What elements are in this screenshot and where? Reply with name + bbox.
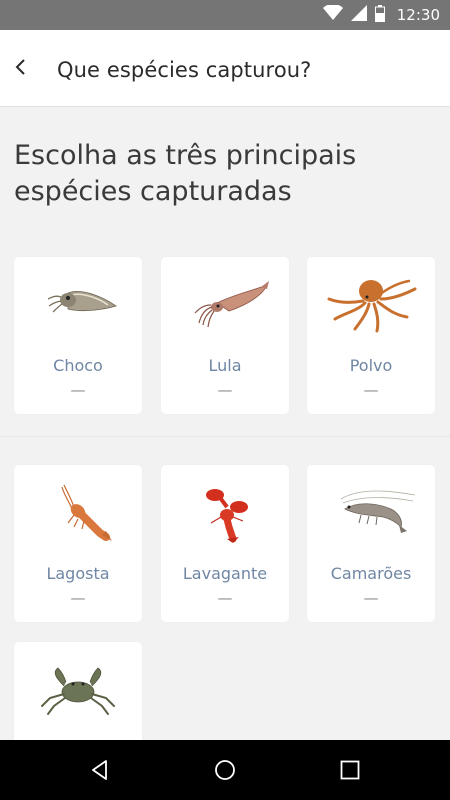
recents-square-icon	[340, 760, 360, 780]
instruction-heading: Escolha as três principais espécies capt…	[14, 140, 357, 207]
species-name: Lavagante	[182, 564, 268, 583]
species-card-lavagante[interactable]: Lavagante —	[161, 465, 289, 622]
species-name: Lula	[208, 356, 242, 375]
nav-home-button[interactable]	[209, 754, 241, 786]
wifi-icon	[322, 3, 343, 25]
species-card-choco[interactable]: Choco —	[14, 257, 142, 414]
octopus-icon	[321, 273, 421, 335]
status-icons: 12:30	[322, 0, 440, 30]
back-triangle-icon	[92, 760, 107, 780]
species-name: Choco	[53, 356, 103, 375]
species-card-lagosta[interactable]: Lagosta —	[14, 465, 142, 622]
squid-icon	[175, 273, 275, 335]
page-title: Que espécies capturou?	[57, 58, 312, 82]
app-bar: Que espécies capturou?	[0, 30, 450, 107]
species-name: Lagosta	[46, 564, 110, 583]
cuttlefish-icon	[28, 273, 128, 335]
status-time: 12:30	[396, 6, 440, 24]
chevron-left-icon	[15, 59, 25, 75]
home-circle-icon	[215, 760, 235, 780]
species-quantity: —	[70, 381, 86, 399]
status-bar: 12:30	[0, 0, 450, 30]
lobster-icon	[175, 481, 275, 543]
species-card-lula[interactable]: Lula —	[161, 257, 289, 414]
species-card-caranguejo[interactable]	[14, 642, 142, 740]
signal-icon	[350, 5, 367, 25]
shrimp-icon	[321, 481, 421, 543]
species-name: Polvo	[349, 356, 393, 375]
row-divider	[0, 436, 450, 437]
species-card-polvo[interactable]: Polvo —	[307, 257, 435, 414]
battery-icon	[374, 4, 385, 26]
nav-recents-button[interactable]	[334, 754, 366, 786]
species-quantity: —	[217, 381, 233, 399]
species-content[interactable]: Escolha as três principais espécies capt…	[0, 107, 450, 740]
nav-back-button[interactable]	[84, 754, 116, 786]
species-name: Camarões	[330, 564, 412, 583]
spiny-lobster-icon	[28, 481, 128, 543]
species-quantity: —	[70, 589, 86, 607]
species-quantity: —	[217, 589, 233, 607]
species-quantity: —	[363, 381, 379, 399]
crab-icon	[28, 658, 128, 720]
navigation-bar	[0, 740, 450, 800]
species-quantity: —	[363, 589, 379, 607]
species-card-camaroes[interactable]: Camarões —	[307, 465, 435, 622]
back-button[interactable]	[6, 52, 36, 82]
